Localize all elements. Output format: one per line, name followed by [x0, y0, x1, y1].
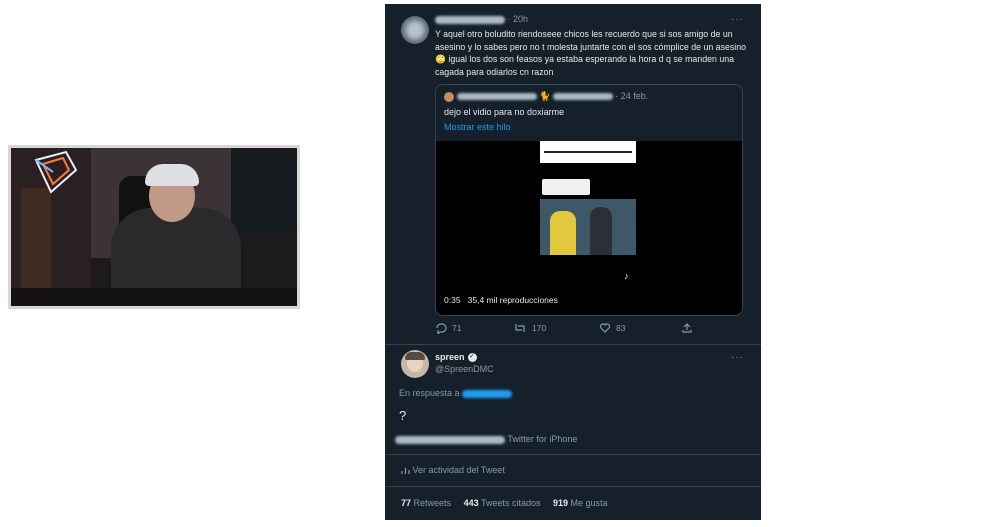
- video-duration: 0:35: [444, 295, 461, 305]
- desk: [11, 288, 297, 306]
- blurred-quote-name: [456, 93, 537, 101]
- tweet-text: Y aquel otro boludito riendoseee chicos …: [435, 29, 747, 77]
- neon-logo-icon: [34, 150, 78, 194]
- likes-stat[interactable]: 919 Me gusta: [553, 498, 608, 508]
- video-card: [542, 179, 590, 195]
- blurred-quote-handle: [552, 93, 613, 101]
- quote-avatar: [444, 91, 454, 102]
- activity-label: Ver actividad del Tweet: [412, 465, 505, 475]
- video-views: 35,4 mil reproducciones: [467, 295, 558, 305]
- streamer-cap: [145, 164, 199, 186]
- person-dark: [590, 207, 612, 255]
- quotes-stat[interactable]: 443 Tweets citados: [464, 498, 541, 508]
- background-monitor: [231, 153, 297, 233]
- analytics-icon: [401, 468, 410, 475]
- tweet-header: · 20h: [435, 14, 528, 24]
- quoted-tweet[interactable]: 🐈 · 24 feb. dejo el vidio para no doxiar…: [435, 84, 743, 316]
- retweet-count: 170: [532, 323, 547, 333]
- blurred-timestamp: [395, 435, 505, 444]
- tweet-activity-link[interactable]: Ver actividad del Tweet: [401, 465, 505, 475]
- divider: [385, 344, 761, 345]
- like-count: 83: [616, 323, 626, 333]
- tweet-author-avatar[interactable]: [401, 16, 429, 44]
- reply-more-options-icon[interactable]: ···: [731, 352, 744, 363]
- person-yellow: [550, 211, 576, 255]
- replying-to: En respuesta a: [399, 388, 513, 398]
- quote-text: dejo el vidio para no doxiarme: [444, 107, 565, 117]
- verified-badge-icon: [467, 352, 477, 363]
- tiktok-icon: ♪: [624, 271, 629, 281]
- author-name: spreen: [435, 352, 465, 362]
- blurred-replying-handle[interactable]: [462, 389, 513, 398]
- embedded-video[interactable]: ♪ 0:35 35,4 mil reproducciones: [436, 141, 742, 315]
- video-clip: [540, 199, 636, 255]
- cat-emoji-icon: 🐈: [539, 91, 551, 101]
- retweets-stat[interactable]: 77 Retweets: [401, 498, 451, 508]
- tweet-stats: 77 Retweets 443 Tweets citados 919 Me gu…: [401, 498, 608, 508]
- quote-header: 🐈 · 24 feb.: [444, 91, 648, 102]
- tweet-actions: 71 170 83: [435, 322, 741, 336]
- retweet-button[interactable]: 170: [513, 322, 546, 334]
- author-handle[interactable]: @SpreenDMC: [435, 364, 494, 374]
- more-options-icon[interactable]: ···: [731, 14, 744, 25]
- tweet-meta-line: Twitter for iPhone: [395, 434, 577, 444]
- reply-text: ?: [399, 408, 407, 423]
- divider: [385, 454, 761, 455]
- tweet-panel: · 20h ··· Y aquel otro boludito riendose…: [385, 4, 761, 520]
- video-caption-box: [540, 141, 636, 163]
- reply-author[interactable]: spreen: [435, 352, 477, 363]
- retweet-icon: [515, 324, 525, 332]
- replying-to-label: En respuesta a: [399, 388, 460, 398]
- blurred-username: [435, 15, 505, 24]
- reply-count: 71: [452, 323, 462, 333]
- like-button[interactable]: 83: [599, 322, 625, 334]
- reply-button[interactable]: 71: [435, 322, 462, 336]
- tweet-source[interactable]: Twitter for iPhone: [507, 434, 577, 444]
- share-button[interactable]: [681, 322, 693, 334]
- show-thread-link[interactable]: Mostrar este hilo: [444, 122, 511, 132]
- spreen-avatar[interactable]: [401, 350, 429, 378]
- divider: [385, 486, 761, 487]
- heart-icon: [599, 323, 611, 333]
- share-icon: [682, 323, 692, 333]
- tweet-time: · 20h: [507, 14, 529, 24]
- reply-icon: [436, 323, 447, 336]
- video-meta: 0:35 35,4 mil reproducciones: [444, 295, 558, 305]
- webcam-overlay: [8, 145, 300, 309]
- quote-date: · 24 feb.: [615, 91, 649, 101]
